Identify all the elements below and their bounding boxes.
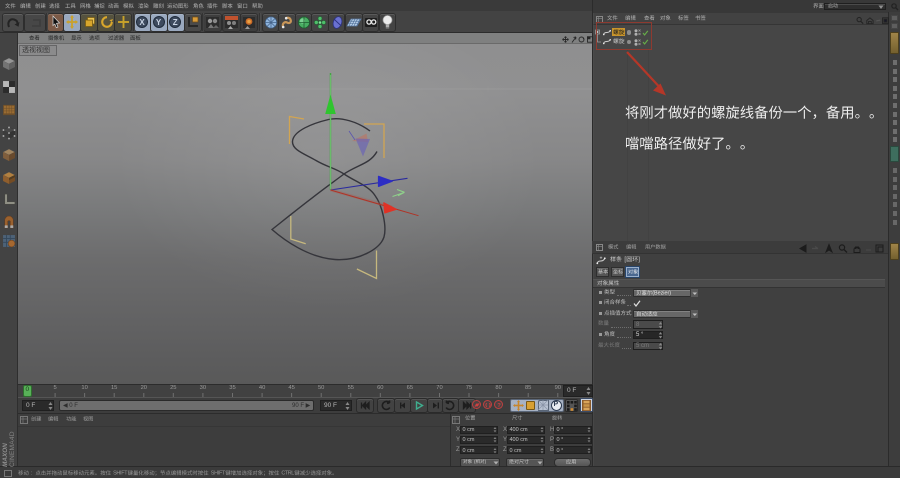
svg-text:SHIFT: SHIFT: [113, 471, 128, 477]
svg-text:(: (: [474, 459, 476, 464]
svg-text:CTRL: CTRL: [281, 471, 294, 477]
svg-text:]: ]: [638, 257, 640, 263]
svg-text:[: [: [624, 257, 626, 263]
svg-text:SHIFT: SHIFT: [211, 471, 226, 477]
svg-text:?: ?: [497, 403, 501, 409]
svg-text::: :: [31, 471, 33, 477]
svg-text:(Bezier): (Bezier): [652, 291, 671, 297]
svg-text:): ): [485, 459, 487, 464]
